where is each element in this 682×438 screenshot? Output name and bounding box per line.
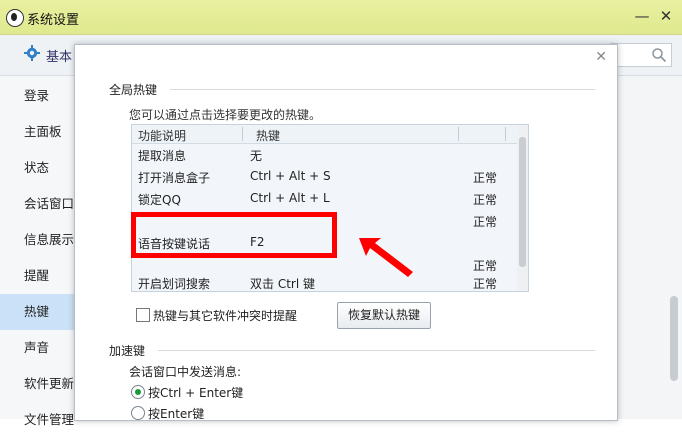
sidebar-item-sound[interactable]: 声音	[0, 330, 78, 366]
column-separator	[458, 127, 459, 141]
table-scrollbar[interactable]	[517, 125, 528, 291]
table-row[interactable]: 打开消息盒子 Ctrl + Alt + S 正常	[132, 165, 517, 187]
section-title-accel: 加速键	[109, 344, 146, 358]
conflict-warning-checkbox[interactable]	[136, 308, 150, 322]
sidebar: 登录 主面板 状态 会话窗口 信息展示 提醒 热键 声音 软件更新 文件管理	[0, 76, 78, 427]
sidebar-item-file-management[interactable]: 文件管理	[0, 402, 78, 438]
conflict-warning-label: 热键与其它软件冲突时提醒	[153, 309, 298, 323]
window-title-bar: 系统设置 — ✕	[0, 0, 682, 35]
row-hotkey: Ctrl + Alt + S	[250, 169, 331, 183]
column-separator	[242, 127, 243, 141]
row-function: 提取消息	[138, 149, 187, 163]
row-function: 锁定QQ	[138, 193, 181, 207]
sidebar-item-hotkeys[interactable]: 热键	[0, 294, 78, 330]
table-scroll-thumb[interactable]	[519, 137, 526, 267]
column-header-function: 功能说明	[138, 129, 187, 143]
row-status: 正常	[473, 215, 498, 229]
annotation-arrow-icon	[359, 238, 413, 277]
row-function: 打开消息盒子	[138, 171, 211, 185]
table-header: 功能说明 热键	[132, 125, 517, 144]
sidebar-item-main-panel[interactable]: 主面板	[0, 114, 78, 150]
minimize-icon[interactable]: —	[634, 8, 650, 24]
radio-ctrl-enter-label: 按Ctrl + Enter键	[148, 386, 244, 400]
close-icon[interactable]: ✕	[658, 8, 674, 24]
sidebar-item-software-update[interactable]: 软件更新	[0, 366, 78, 402]
divider	[158, 350, 595, 351]
qq-logo-icon	[6, 9, 24, 27]
content-scrollbar[interactable]	[670, 296, 678, 381]
column-separator	[505, 127, 506, 141]
restore-default-hotkeys-button[interactable]: 恢复默认热键	[337, 302, 431, 329]
accel-subtitle: 会话窗口中发送消息:	[129, 365, 242, 379]
sidebar-item-reminder[interactable]: 提醒	[0, 258, 78, 294]
row-hotkey: Ctrl + Alt + L	[250, 191, 330, 205]
highlight-box	[131, 212, 337, 258]
row-hotkey: 双击 Ctrl 键	[250, 277, 315, 291]
table-row[interactable]: 锁定QQ Ctrl + Alt + L 正常	[132, 187, 517, 209]
column-header-hotkey: 热键	[256, 129, 281, 143]
row-status: 正常	[473, 277, 498, 291]
hotkeys-hint: 您可以通过点击选择要更改的热键。	[129, 108, 322, 122]
dialog-close-icon[interactable]: ✕	[595, 49, 607, 65]
row-status: 正常	[473, 171, 498, 185]
sidebar-item-chat-window[interactable]: 会话窗口	[0, 186, 78, 222]
row-function: 开启划词搜索	[138, 277, 211, 291]
gear-icon	[24, 45, 40, 61]
row-hotkey: 无	[250, 149, 263, 163]
table-row[interactable]: 提取消息 无	[132, 143, 517, 165]
search-input[interactable]	[610, 43, 672, 67]
table-row[interactable]: 开启划词搜索 双击 Ctrl 键 正常	[132, 271, 517, 291]
sidebar-item-status[interactable]: 状态	[0, 150, 78, 186]
radio-enter[interactable]	[131, 406, 145, 420]
window-title: 系统设置	[27, 13, 80, 28]
tab-basic[interactable]: 基本	[46, 46, 72, 65]
section-title-hotkeys: 全局热键	[109, 83, 158, 97]
sidebar-item-info-display[interactable]: 信息展示	[0, 222, 78, 258]
radio-enter-label: 按Enter键	[148, 407, 205, 421]
divider	[170, 89, 595, 90]
radio-ctrl-enter[interactable]	[131, 385, 145, 399]
hotkey-table: 功能说明 热键 提取消息 无 打开消息盒子 Ctrl + Alt + S 正常 …	[131, 124, 529, 292]
sidebar-item-login[interactable]: 登录	[0, 78, 78, 114]
row-status: 正常	[473, 193, 498, 207]
search-icon[interactable]	[651, 47, 667, 63]
